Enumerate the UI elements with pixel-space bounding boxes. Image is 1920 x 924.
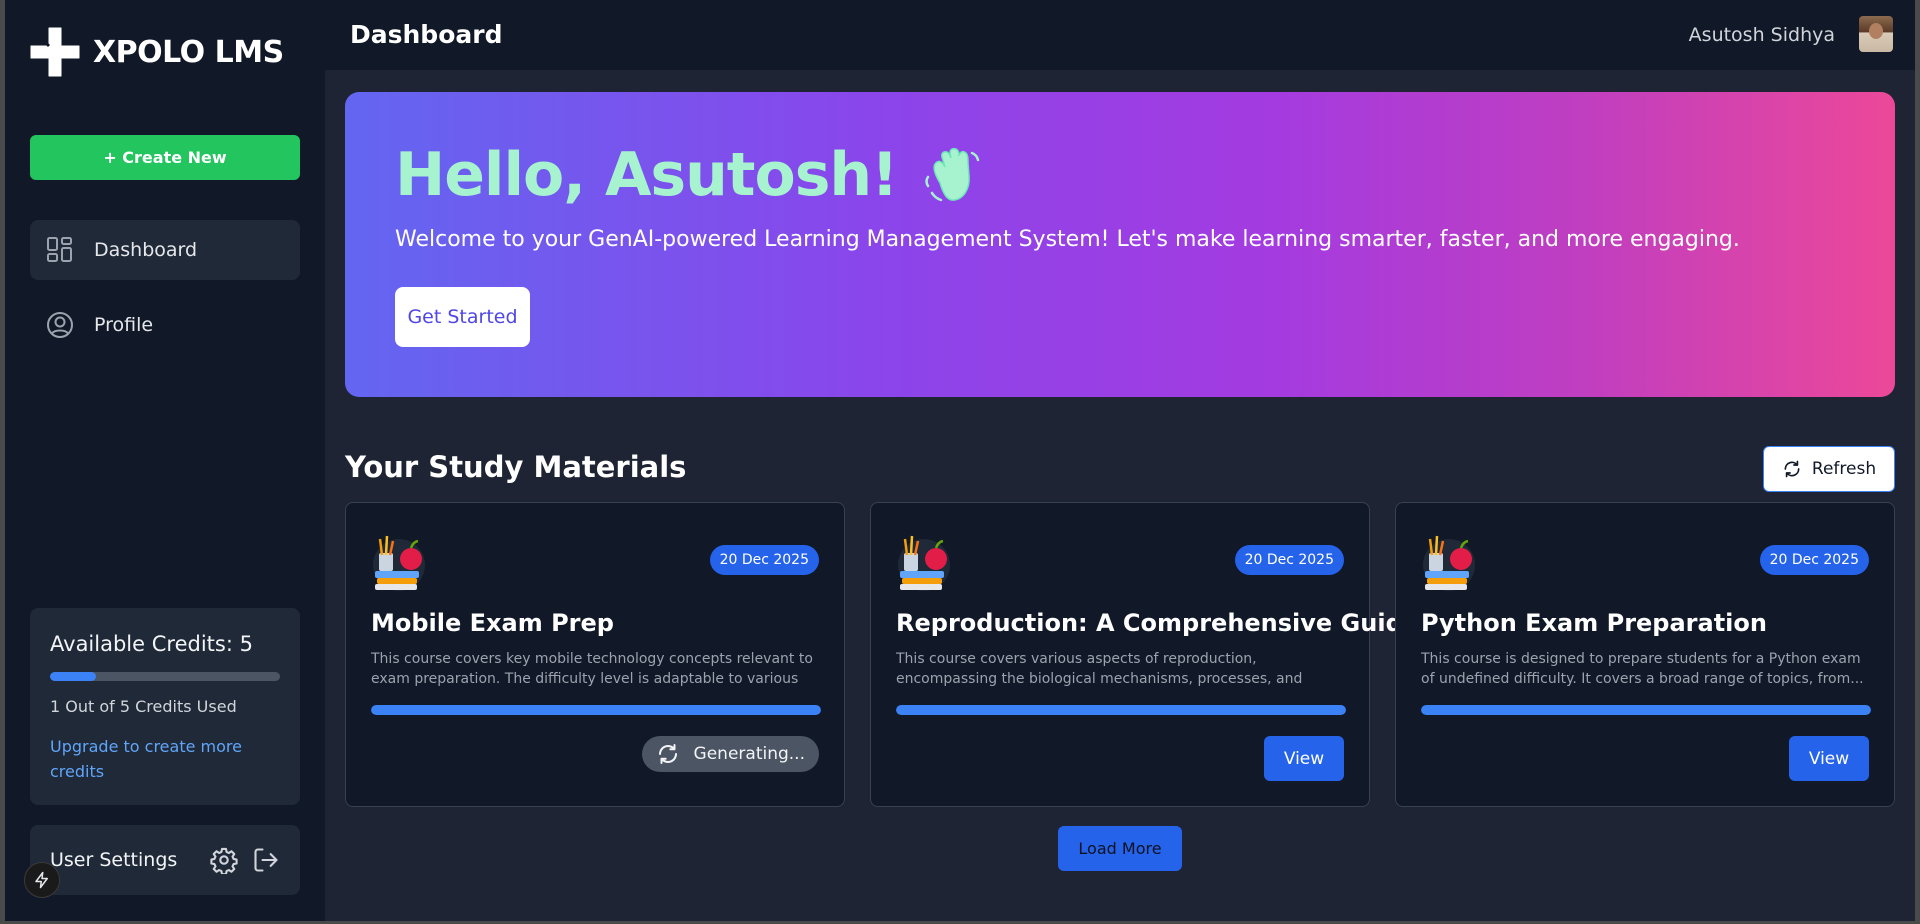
sidebar-item-profile[interactable]: Profile xyxy=(30,295,300,355)
course-card: 20 Dec 2025 Reproduction: A Comprehensiv… xyxy=(870,502,1419,807)
dashboard-grid-icon xyxy=(47,237,72,262)
get-started-button[interactable]: Get Started xyxy=(395,287,530,347)
date-badge: 20 Dec 2025 xyxy=(1759,545,1869,575)
credits-panel: Available Credits: 5 1 Out of 5 Credits … xyxy=(30,608,300,805)
waving-hand-icon xyxy=(924,147,979,202)
course-progress-bar xyxy=(371,705,821,715)
bolt-icon[interactable] xyxy=(24,862,60,898)
greeting-heading: Hello, Asutosh! xyxy=(395,140,984,210)
sidebar-item-label: Dashboard xyxy=(94,239,198,261)
books-apple-icon xyxy=(373,535,425,591)
course-progress-fill xyxy=(896,705,1346,715)
books-apple-icon xyxy=(898,535,950,591)
date-badge: 20 Dec 2025 xyxy=(709,545,819,575)
credits-title: Available Credits: 5 xyxy=(50,632,253,656)
user-circle-icon xyxy=(47,312,73,338)
generating-status-badge: Generating... xyxy=(641,736,819,772)
user-settings-panel: User Settings xyxy=(30,825,300,895)
plus-logo-icon xyxy=(30,27,80,77)
refresh-icon xyxy=(1784,460,1800,478)
page-title: Dashboard xyxy=(350,20,503,49)
course-description: This course covers various aspects of re… xyxy=(896,651,1303,687)
welcome-banner: Hello, Asutosh! Welcome to your GenAI-po… xyxy=(345,92,1895,397)
create-new-button[interactable]: + Create New xyxy=(30,135,300,180)
course-card: 20 Dec 2025 Mobile Exam Prep This course… xyxy=(345,502,845,807)
course-title: Python Exam Preparation xyxy=(1421,609,1767,637)
sidebar-item-dashboard[interactable]: Dashboard xyxy=(30,220,300,280)
logout-icon[interactable] xyxy=(252,846,280,874)
view-button[interactable]: View xyxy=(1264,736,1344,781)
course-progress-fill xyxy=(371,705,821,715)
refresh-label: Refresh xyxy=(1811,459,1877,479)
credits-progress-bar xyxy=(50,672,280,681)
user-settings-label: User Settings xyxy=(50,849,178,871)
refresh-button[interactable]: Refresh xyxy=(1763,446,1895,492)
credits-used-text: 1 Out of 5 Credits Used xyxy=(50,697,237,716)
sidebar-item-label: Profile xyxy=(94,314,154,336)
course-card: 20 Dec 2025 Python Exam Preparation This… xyxy=(1395,502,1895,807)
study-materials-title: Your Study Materials xyxy=(345,450,687,484)
sidebar: XPOLO LMS + Create New Dashboard Profile… xyxy=(5,0,325,921)
top-header: Dashboard Asutosh Sidhya xyxy=(325,0,1915,70)
credits-progress-fill xyxy=(50,672,96,681)
course-title: Reproduction: A Comprehensive Guide xyxy=(896,609,1420,637)
refresh-icon xyxy=(658,744,677,764)
app-window: XPOLO LMS + Create New Dashboard Profile… xyxy=(5,0,1915,921)
load-more-button[interactable]: Load More xyxy=(1058,826,1182,871)
course-description: This course covers key mobile technology… xyxy=(371,651,813,687)
upgrade-credits-link[interactable]: Upgrade to create more credits xyxy=(50,734,250,784)
app-name: XPOLO LMS xyxy=(93,34,284,70)
logo[interactable]: XPOLO LMS xyxy=(29,26,284,78)
course-progress-fill xyxy=(1421,705,1871,715)
books-apple-icon xyxy=(1423,535,1475,591)
course-progress-bar xyxy=(896,705,1346,715)
date-badge: 20 Dec 2025 xyxy=(1234,545,1344,575)
generating-label: Generating... xyxy=(693,744,805,764)
course-description: This course is designed to prepare stude… xyxy=(1421,651,1864,687)
greeting-text: Hello, Asutosh! xyxy=(395,140,898,210)
welcome-subtitle: Welcome to your GenAI-powered Learning M… xyxy=(395,227,1740,252)
course-title: Mobile Exam Prep xyxy=(371,609,614,637)
avatar[interactable] xyxy=(1859,16,1893,52)
view-button[interactable]: View xyxy=(1789,736,1869,781)
gear-icon[interactable] xyxy=(210,846,238,874)
user-name: Asutosh Sidhya xyxy=(1688,24,1835,46)
course-progress-bar xyxy=(1421,705,1871,715)
